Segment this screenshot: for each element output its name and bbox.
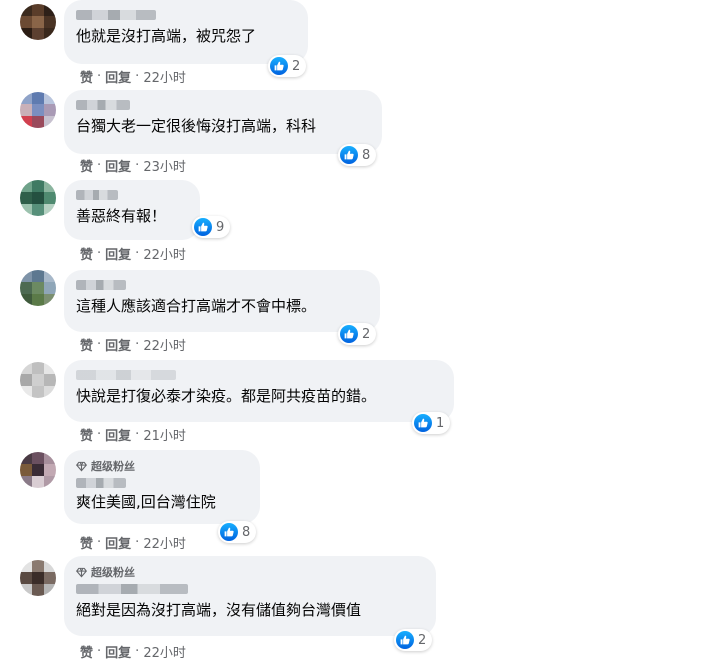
avatar[interactable]: [20, 4, 56, 40]
like-button[interactable]: 赞: [80, 67, 93, 86]
comment-text: 快說是打復必泰才染疫。都是阿共疫苗的錯。: [76, 387, 377, 405]
comment-actions: 赞 · 回复 · 22小时: [80, 335, 186, 354]
reaction-number: 8: [242, 524, 251, 540]
diamond-icon: [76, 461, 87, 471]
reaction-number: 9: [216, 219, 225, 235]
reaction-count[interactable]: 9: [192, 216, 231, 238]
separator-dot: ·: [97, 644, 102, 659]
author-name-blurred[interactable]: [76, 584, 188, 594]
comment-actions: 赞 · 回复 · 22小时: [80, 244, 186, 263]
comment-bubble: 超级粉丝 爽住美國,回台灣住院: [64, 450, 260, 524]
super-fan-label: 超级粉丝: [91, 460, 135, 473]
timestamp[interactable]: 23小时: [143, 156, 186, 175]
super-fan-label: 超级粉丝: [91, 566, 135, 579]
comment-text: 絕對是因為沒打高端，沒有儲值夠台灣價值: [76, 601, 362, 619]
comment-text: 這種人應該適合打高端才不會中標。: [76, 297, 317, 315]
comment-bubble: 這種人應該適合打高端才不會中標。: [64, 270, 380, 332]
comment-bubble: 超级粉丝 絕對是因為沒打高端，沒有儲值夠台灣價值: [64, 556, 436, 636]
comment-actions: 赞 · 回复 · 22小时: [80, 642, 186, 661]
author-name-blurred[interactable]: [76, 190, 118, 200]
comment-bubble: 台獨大老一定很後悔沒打高端，科科: [64, 90, 382, 154]
thumbs-up-icon: [194, 218, 212, 236]
reaction-count[interactable]: 1: [412, 412, 451, 434]
comment-text: 他就是沒打高端，被咒怨了: [76, 27, 257, 45]
comment-bubble: 快說是打復必泰才染疫。都是阿共疫苗的錯。: [64, 360, 454, 422]
reaction-number: 2: [418, 632, 427, 648]
separator-dot: ·: [135, 246, 140, 261]
avatar[interactable]: [20, 362, 56, 398]
reaction-count[interactable]: 8: [338, 144, 377, 166]
super-fan-badge[interactable]: 超级粉丝: [76, 564, 424, 580]
thumbs-up-icon: [340, 146, 358, 164]
reply-button[interactable]: 回复: [105, 533, 131, 552]
like-button[interactable]: 赞: [80, 425, 93, 444]
thumbs-up-icon: [340, 325, 358, 343]
separator-dot: ·: [97, 158, 102, 173]
separator-dot: ·: [97, 246, 102, 261]
separator-dot: ·: [135, 337, 140, 352]
like-button[interactable]: 赞: [80, 244, 93, 263]
avatar[interactable]: [20, 270, 56, 306]
thumbs-up-icon: [414, 414, 432, 432]
super-fan-badge[interactable]: 超级粉丝: [76, 458, 248, 474]
timestamp[interactable]: 21小时: [143, 425, 186, 444]
separator-dot: ·: [135, 158, 140, 173]
like-button[interactable]: 赞: [80, 156, 93, 175]
separator-dot: ·: [97, 337, 102, 352]
avatar[interactable]: [20, 452, 56, 488]
reaction-count[interactable]: 2: [268, 55, 307, 77]
avatar[interactable]: [20, 92, 56, 128]
separator-dot: ·: [135, 427, 140, 442]
comment-text: 善惡終有報！: [76, 207, 167, 225]
reaction-number: 2: [292, 58, 301, 74]
thumbs-up-icon: [396, 631, 414, 649]
author-name-blurred[interactable]: [76, 100, 130, 110]
comment-actions: 赞 · 回复 · 23小时: [80, 156, 186, 175]
separator-dot: ·: [97, 69, 102, 84]
reply-button[interactable]: 回复: [105, 642, 131, 661]
timestamp[interactable]: 22小时: [143, 533, 186, 552]
separator-dot: ·: [135, 69, 140, 84]
reaction-count[interactable]: 8: [218, 521, 257, 543]
comment-actions: 赞 · 回复 · 21小时: [80, 425, 186, 444]
diamond-icon: [76, 567, 87, 577]
comment-actions: 赞 · 回复 · 22小时: [80, 67, 186, 86]
comment-bubble: 善惡終有報！: [64, 180, 200, 240]
comment-text: 台獨大老一定很後悔沒打高端，科科: [76, 117, 317, 135]
reaction-count[interactable]: 2: [394, 629, 433, 651]
separator-dot: ·: [135, 644, 140, 659]
thumbs-up-icon: [270, 57, 288, 75]
author-name-blurred[interactable]: [76, 370, 176, 380]
avatar[interactable]: [20, 180, 56, 216]
avatar[interactable]: [20, 560, 56, 596]
comment-bubble: 他就是沒打高端，被咒怨了: [64, 0, 308, 64]
author-name-blurred[interactable]: [76, 280, 126, 290]
reaction-count[interactable]: 2: [338, 323, 377, 345]
like-button[interactable]: 赞: [80, 335, 93, 354]
timestamp[interactable]: 22小时: [143, 335, 186, 354]
reply-button[interactable]: 回复: [105, 425, 131, 444]
thumbs-up-icon: [220, 523, 238, 541]
separator-dot: ·: [97, 427, 102, 442]
reply-button[interactable]: 回复: [105, 335, 131, 354]
reply-button[interactable]: 回复: [105, 156, 131, 175]
reaction-number: 8: [362, 147, 371, 163]
comment-text: 爽住美國,回台灣住院: [76, 493, 216, 511]
author-name-blurred[interactable]: [76, 478, 126, 488]
timestamp[interactable]: 22小时: [143, 642, 186, 661]
separator-dot: ·: [97, 535, 102, 550]
author-name-blurred[interactable]: [76, 10, 156, 20]
reply-button[interactable]: 回复: [105, 67, 131, 86]
like-button[interactable]: 赞: [80, 642, 93, 661]
separator-dot: ·: [135, 535, 140, 550]
like-button[interactable]: 赞: [80, 533, 93, 552]
timestamp[interactable]: 22小时: [143, 244, 186, 263]
reaction-number: 2: [362, 326, 371, 342]
timestamp[interactable]: 22小时: [143, 67, 186, 86]
reply-button[interactable]: 回复: [105, 244, 131, 263]
reaction-number: 1: [436, 415, 445, 431]
comment-actions: 赞 · 回复 · 22小时: [80, 533, 186, 552]
